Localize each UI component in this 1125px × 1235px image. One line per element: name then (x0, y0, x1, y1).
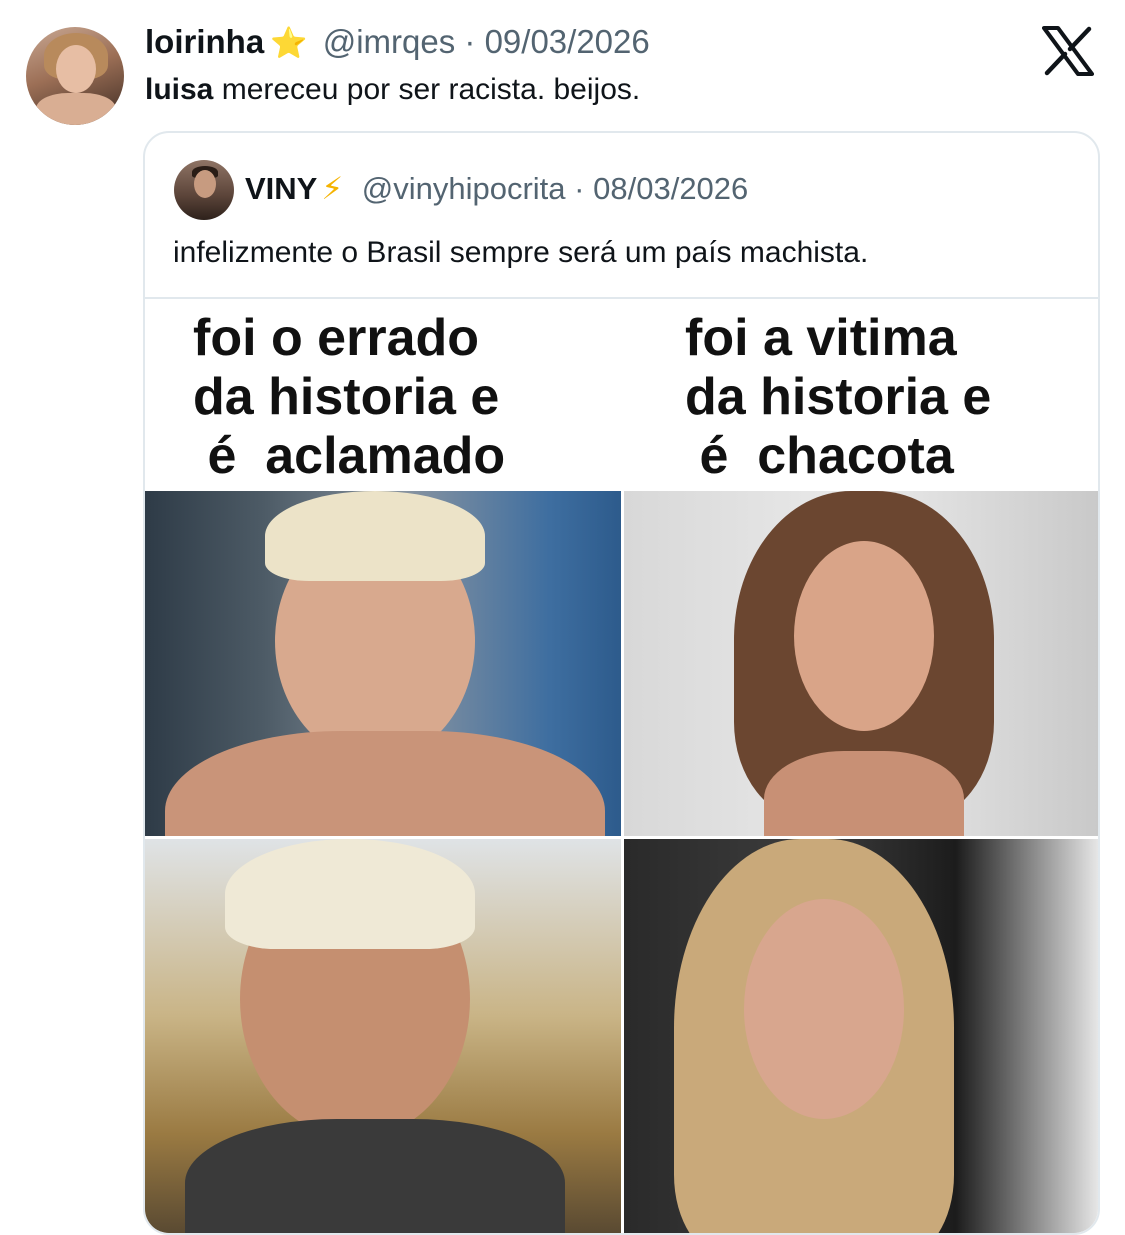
star-badge-icon: ⭐ (270, 27, 308, 60)
meme-image[interactable]: foi o errado da historia e é aclamado fo… (145, 299, 1098, 1233)
quoted-author-handle[interactable]: @vinyhipocrita (362, 171, 566, 206)
lightning-badge-icon: ⚡ (321, 171, 344, 206)
tweet-text: luisa mereceu por ser racista. beijos. (145, 70, 640, 110)
tweet-text-bold: luisa (145, 73, 214, 106)
tweet-header: loirinha ⭐ @imrqes · 09/03/2026 (145, 22, 650, 64)
quoted-tweet-card[interactable]: VINY ⚡ @vinyhipocrita · 08/03/2026 infeli… (143, 131, 1100, 1235)
quoted-tweet-date[interactable]: 08/03/2026 (593, 171, 748, 206)
separator: · (574, 171, 585, 206)
photo-woman-bottom (624, 839, 1098, 1233)
quoted-author-avatar[interactable] (174, 160, 234, 220)
tweet-date[interactable]: 09/03/2026 (485, 23, 650, 60)
meme-caption-right: foi a vitima da historia e é chacota (685, 309, 992, 485)
photo-man-bottom (145, 839, 621, 1233)
quoted-tweet-header: VINY ⚡ @vinyhipocrita · 08/03/2026 (245, 171, 748, 207)
meme-caption-left: foi o errado da historia e é aclamado (193, 309, 506, 485)
author-handle[interactable]: @imrqes (323, 23, 456, 60)
quoted-author-name[interactable]: VINY (245, 171, 317, 206)
quoted-tweet-text: infelizmente o Brasil sempre será um paí… (173, 236, 869, 269)
author-name[interactable]: loirinha (145, 23, 264, 60)
photo-man-top (145, 491, 621, 836)
separator: · (464, 23, 476, 60)
photo-woman-top (624, 491, 1098, 836)
author-avatar[interactable] (26, 27, 124, 125)
x-logo-icon[interactable] (1042, 26, 1094, 76)
tweet-text-rest: mereceu por ser racista. beijos. (213, 73, 641, 106)
